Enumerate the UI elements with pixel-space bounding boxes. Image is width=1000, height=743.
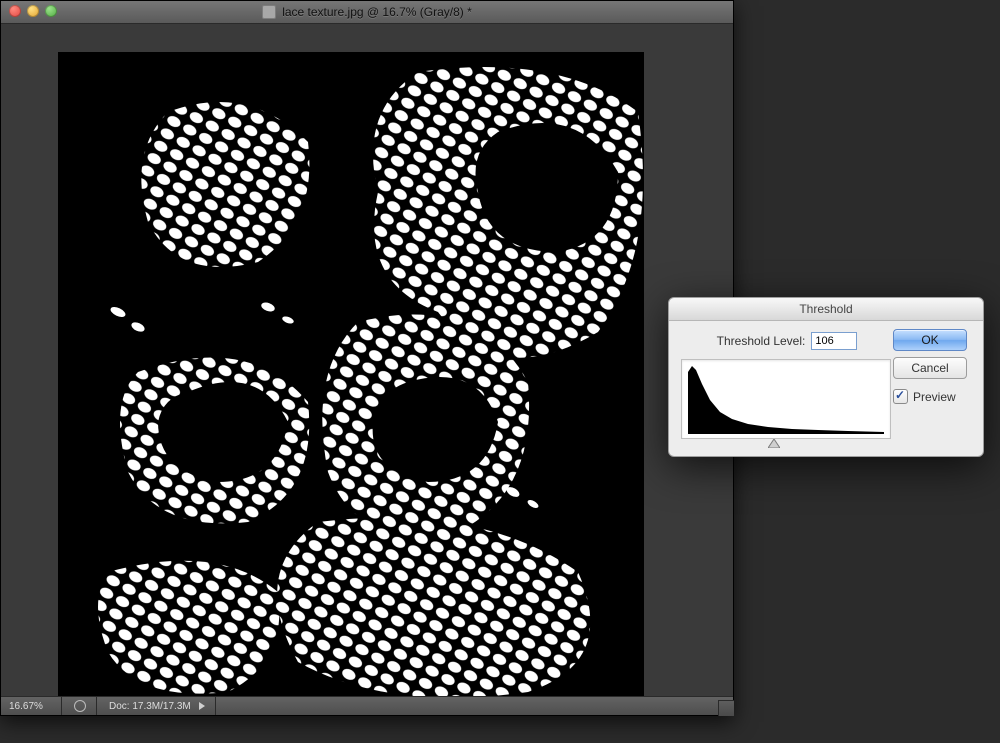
minimize-icon[interactable]	[27, 5, 39, 17]
dialog-left: Threshold Level:	[681, 329, 893, 446]
document-status-bar: 16.67% Doc: 17.3M/17.3M	[1, 696, 733, 715]
resize-corner-icon[interactable]	[718, 700, 734, 716]
info-icon	[74, 700, 86, 712]
document-title: lace texture.jpg @ 16.7% (Gray/8) *	[282, 5, 472, 19]
document-title-wrap: lace texture.jpg @ 16.7% (Gray/8) *	[1, 5, 733, 19]
histogram[interactable]	[681, 359, 891, 439]
preview-label: Preview	[913, 390, 956, 404]
doc-size-label: Doc: 17.3M/17.3M	[109, 701, 191, 712]
ok-button-label: OK	[921, 333, 938, 347]
dialog-right: OK Cancel Preview	[893, 329, 973, 446]
close-icon[interactable]	[9, 5, 21, 17]
document-window: lace texture.jpg @ 16.7% (Gray/8) *	[0, 0, 734, 716]
preview-row: Preview	[893, 389, 956, 404]
cancel-button[interactable]: Cancel	[893, 357, 967, 379]
threshold-level-row: Threshold Level:	[681, 329, 893, 353]
threshold-dialog: Threshold Threshold Level:	[668, 297, 984, 457]
dialog-titlebar[interactable]: Threshold	[669, 298, 983, 321]
threshold-slider[interactable]	[762, 435, 774, 444]
ok-button[interactable]: OK	[893, 329, 967, 351]
cancel-button-label: Cancel	[911, 361, 948, 375]
maximize-icon[interactable]	[45, 5, 57, 17]
zoom-level[interactable]: 16.67%	[5, 697, 62, 715]
dialog-title: Threshold	[799, 302, 852, 316]
document-proxy-icon[interactable]	[262, 5, 276, 19]
doc-info[interactable]	[68, 697, 97, 715]
canvas-image[interactable]	[58, 52, 644, 696]
dialog-body: Threshold Level: OK Cancel	[669, 321, 983, 456]
preview-checkbox[interactable]	[893, 389, 908, 404]
window-controls	[9, 5, 57, 17]
doc-size[interactable]: Doc: 17.3M/17.3M	[103, 697, 216, 715]
canvas-area[interactable]	[1, 24, 733, 696]
threshold-level-label: Threshold Level:	[717, 334, 806, 348]
threshold-level-input[interactable]	[811, 332, 857, 350]
document-titlebar[interactable]: lace texture.jpg @ 16.7% (Gray/8) *	[1, 1, 733, 24]
disclosure-icon[interactable]	[199, 702, 205, 710]
